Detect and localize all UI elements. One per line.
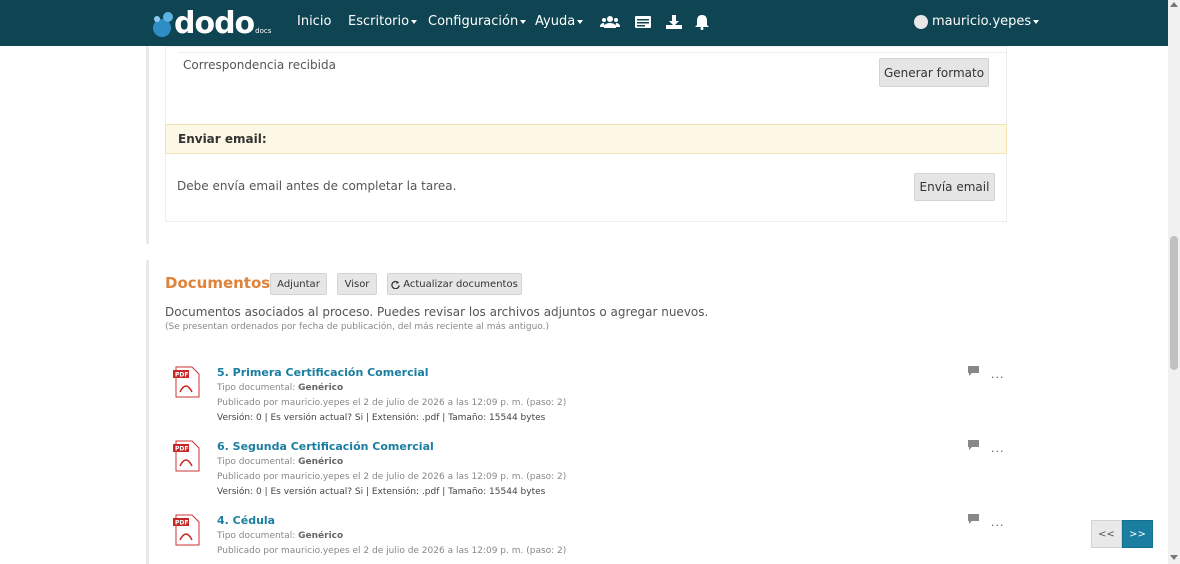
tipo-documental: Tipo documental: Genérico: [217, 457, 343, 467]
document-link[interactable]: 5. Primera Certificación Comercial: [217, 366, 429, 379]
documentos-title: Documentos: [165, 274, 271, 292]
comment-icon[interactable]: [968, 514, 979, 524]
tipo-value: Genérico: [298, 531, 344, 541]
section-rail: [146, 260, 149, 564]
documentos-note: (Se presentan ordenados por fecha de pub…: [165, 322, 549, 332]
more-options-button[interactable]: ...: [991, 442, 1005, 455]
correspondencia-label: Correspondencia recibida: [183, 58, 336, 72]
list-item: PDF 5. Primera Certificación Comercial T…: [170, 366, 1010, 436]
chevron-down-icon: [577, 19, 584, 24]
user-name: mauricio.yepes: [932, 14, 1032, 29]
envia-email-button[interactable]: Envía email: [914, 173, 995, 201]
id-card-icon[interactable]: [634, 14, 652, 30]
comment-icon[interactable]: [968, 440, 979, 450]
nav-ayuda[interactable]: Ayuda: [535, 14, 584, 29]
chevron-down-icon: [520, 19, 527, 24]
tipo-value: Genérico: [298, 457, 344, 467]
logo-subtext: docs: [255, 27, 272, 35]
enviar-email-title: Enviar email:: [178, 132, 267, 146]
download-icon[interactable]: [665, 14, 683, 30]
page-scrollbar[interactable]: [1168, 0, 1180, 564]
logo-mark-icon: [153, 12, 173, 37]
published-info: Publicado por mauricio.yepes el 2 de jul…: [217, 546, 567, 556]
refresh-icon: [391, 280, 400, 289]
logo-text: dodo: [174, 6, 255, 41]
tipo-value: Genérico: [298, 383, 344, 393]
version-info: Versión: 0 | Es versión actual? Si | Ext…: [217, 413, 546, 423]
nav-configuracion-label: Configuración: [428, 14, 519, 29]
users-icon[interactable]: [600, 14, 620, 30]
divider: [178, 52, 1007, 53]
pdf-file-icon[interactable]: PDF: [172, 366, 200, 398]
scroll-thumb[interactable]: [1170, 236, 1178, 370]
nav-inicio[interactable]: Inicio: [297, 14, 331, 29]
visor-button[interactable]: Visor: [337, 273, 377, 295]
list-item: PDF 4. Cédula Tipo documental: Genérico …: [170, 514, 1010, 564]
scroll-up-icon[interactable]: [1170, 2, 1178, 7]
version-info: Versión: 0 | Es versión actual? Si | Ext…: [217, 487, 546, 497]
pdf-file-icon[interactable]: PDF: [172, 514, 200, 546]
chevron-down-icon: [1033, 19, 1040, 24]
pager-next-button[interactable]: >>: [1122, 520, 1153, 548]
tipo-label: Tipo documental:: [217, 383, 296, 393]
published-info: Publicado por mauricio.yepes el 2 de jul…: [217, 472, 567, 482]
tipo-documental: Tipo documental: Genérico: [217, 383, 343, 393]
enviar-email-header: Enviar email:: [165, 124, 1007, 154]
nav-configuracion[interactable]: Configuración: [428, 14, 527, 29]
chevron-down-icon: [411, 19, 418, 24]
svg-text:PDF: PDF: [175, 446, 188, 453]
nav-escritorio-label: Escritorio: [348, 14, 410, 29]
pager-prev-button[interactable]: <<: [1091, 520, 1122, 548]
actualizar-documentos-button[interactable]: Actualizar documentos: [387, 273, 522, 295]
tipo-label: Tipo documental:: [217, 457, 296, 467]
email-message: Debe envía email antes de completar la t…: [177, 179, 457, 193]
more-options-button[interactable]: ...: [991, 368, 1005, 381]
document-link[interactable]: 4. Cédula: [217, 514, 275, 527]
bell-icon[interactable]: [693, 14, 711, 30]
document-link[interactable]: 6. Segunda Certificación Comercial: [217, 440, 434, 453]
comment-icon[interactable]: [968, 366, 979, 376]
adjuntar-button[interactable]: Adjuntar: [270, 273, 327, 295]
more-options-button[interactable]: ...: [991, 516, 1005, 529]
top-navbar: dodo docs Inicio Escritorio Configuració…: [0, 0, 1168, 46]
documentos-description: Documentos asociados al proceso. Puedes …: [165, 305, 709, 319]
published-info: Publicado por mauricio.yepes el 2 de jul…: [217, 398, 567, 408]
section-rail: [146, 46, 149, 244]
list-item: PDF 6. Segunda Certificación Comercial T…: [170, 440, 1010, 510]
actualizar-label: Actualizar documentos: [403, 278, 518, 290]
generar-formato-button[interactable]: Generar formato: [879, 58, 989, 87]
tipo-label: Tipo documental:: [217, 531, 296, 541]
dodo-logo[interactable]: dodo docs: [152, 8, 276, 40]
pdf-file-icon[interactable]: PDF: [172, 440, 200, 472]
scroll-down-icon[interactable]: [1170, 555, 1178, 560]
avatar: [914, 14, 928, 29]
svg-text:PDF: PDF: [175, 372, 188, 379]
tipo-documental: Tipo documental: Genérico: [217, 531, 343, 541]
nav-ayuda-label: Ayuda: [535, 14, 576, 29]
nav-escritorio[interactable]: Escritorio: [348, 14, 418, 29]
user-menu[interactable]: mauricio.yepes: [914, 14, 1040, 29]
svg-text:PDF: PDF: [175, 520, 188, 527]
